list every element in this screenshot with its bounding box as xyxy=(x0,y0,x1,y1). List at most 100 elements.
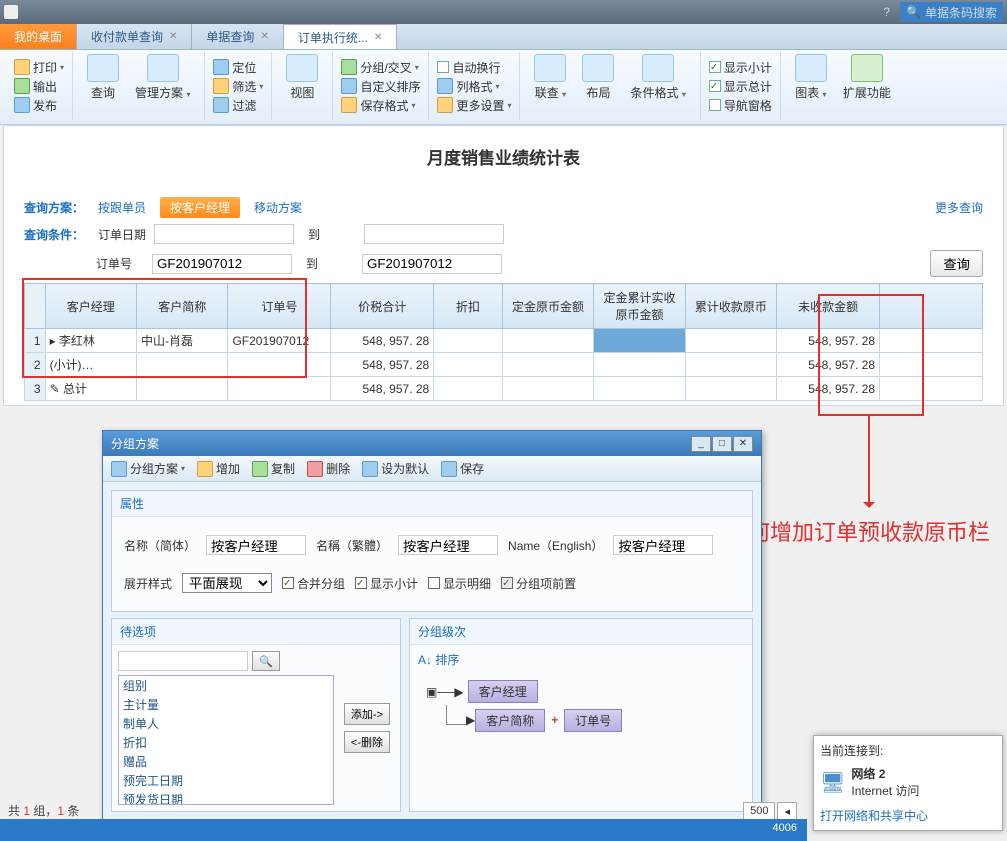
link-query-button[interactable]: 联查 ▾ xyxy=(526,52,574,120)
mobile-plan[interactable]: 移动方案 xyxy=(254,199,302,216)
tab-payment-query[interactable]: 收付款单查询✕ xyxy=(77,24,192,49)
print-button[interactable]: 打印▾ xyxy=(12,58,66,77)
date-from-input[interactable] xyxy=(154,224,294,244)
close-icon[interactable]: ✕ xyxy=(260,31,268,42)
list-item[interactable]: 制单人 xyxy=(119,714,333,733)
network-icon: 🖥 xyxy=(820,770,845,795)
manage-plan-button[interactable]: 管理方案 ▾ xyxy=(127,52,198,120)
export-button[interactable]: 输出 xyxy=(12,77,66,96)
group-front-check[interactable]: 分组项前置 xyxy=(501,575,576,592)
dialog-toolbar: 分组方案 ▾ 增加 复制 删除 设为默认 保存 xyxy=(103,456,761,482)
tree-node-order[interactable]: 订单号 xyxy=(564,709,622,732)
list-item[interactable]: 预完工日期 xyxy=(119,771,333,790)
tab-desktop[interactable]: 我的桌面 xyxy=(0,24,77,49)
merge-group-check[interactable]: 合并分组 xyxy=(282,575,345,592)
name-traditional-input[interactable] xyxy=(398,535,498,555)
table-row[interactable]: 1 ▸ 李红林 中山-肖磊 GF201907012 548, 957. 28 5… xyxy=(25,329,983,353)
set-default-button[interactable]: 设为默认 xyxy=(360,459,431,478)
more-query-link[interactable]: 更多查询 xyxy=(935,199,983,216)
copy-button[interactable]: 复制 xyxy=(250,459,297,478)
result-table: 客户经理 客户简称 订单号 价税合计 折扣 定金原币金额 定金累计实收原币金额 … xyxy=(24,283,983,401)
layout-button[interactable]: 布局 xyxy=(574,52,622,120)
properties-panel: 属性 名称（简体） 名稱（繁體） Name（English） 展开样式 平面展现… xyxy=(111,490,753,612)
save-button[interactable]: 保存 xyxy=(439,459,486,478)
show-total-check[interactable]: 显示总计 xyxy=(707,77,774,96)
add-button[interactable]: 增加 xyxy=(195,459,242,478)
close-icon[interactable]: ✕ xyxy=(733,436,753,452)
report-title: 月度销售业绩统计表 xyxy=(4,126,1003,187)
search-placeholder: 单据条码搜索 xyxy=(925,4,997,21)
barcode-search[interactable]: 🔍 单据条码搜索 xyxy=(900,2,1003,22)
document-tabs: 我的桌面 收付款单查询✕ 单据查询✕ 订单执行统...✕ xyxy=(0,24,1007,50)
ribbon-toolbar: 打印▾ 输出 发布 查询 管理方案 ▾ 定位 筛选▾ 过滤 视图 分组/交叉▾ … xyxy=(0,50,1007,125)
show-subtotal-check[interactable]: 显示小计 xyxy=(355,575,418,592)
tab-order-exec[interactable]: 订单执行统...✕ xyxy=(284,24,397,49)
status-footer: 共 1 组，1 条 xyxy=(8,802,79,819)
order-to-input[interactable] xyxy=(362,254,502,274)
publish-button[interactable]: 发布 xyxy=(12,96,66,115)
add-item-button[interactable]: 添加-> xyxy=(344,703,390,725)
tree-node-manager[interactable]: 客户经理 xyxy=(468,680,538,703)
help-icon[interactable]: ? xyxy=(883,5,890,19)
close-icon[interactable]: ✕ xyxy=(169,31,177,42)
plan-by-manager[interactable]: 按客户经理 xyxy=(160,197,240,218)
filter-button[interactable]: 筛选▾ xyxy=(211,77,265,96)
auto-wrap-check[interactable]: 自动换行 xyxy=(435,58,513,77)
group-tree[interactable]: ▣──▶客户经理 ▶ 客户简称 + 订单号 xyxy=(418,670,744,743)
name-english-input[interactable] xyxy=(613,535,713,555)
extension-button[interactable]: 扩展功能 xyxy=(835,52,899,120)
open-network-center-link[interactable]: 打开网络和共享中心 xyxy=(820,807,996,824)
custom-sort-button[interactable]: 自定义排序 xyxy=(339,77,422,96)
list-item[interactable]: 主计量 xyxy=(119,695,333,714)
sort-icon[interactable]: A↓ xyxy=(418,653,432,667)
available-list[interactable]: 组别主计量制单人折扣赠品预完工日期预发货日期业务员编码业务员业务类型需求跟踪方式… xyxy=(118,675,334,805)
list-item[interactable]: 预发货日期 xyxy=(119,790,333,805)
query-cond-label: 查询条件： xyxy=(24,226,84,243)
tree-node-customer[interactable]: 客户简称 xyxy=(475,709,545,732)
maximize-icon[interactable]: □ xyxy=(712,436,732,452)
date-to-input[interactable] xyxy=(364,224,504,244)
dialog-titlebar[interactable]: 分组方案 _ □ ✕ xyxy=(103,431,761,456)
avail-search-input[interactable] xyxy=(118,651,248,671)
network-popup: 当前连接到: 🖥 网络 2 Internet 访问 打开网络和共享中心 xyxy=(813,735,1003,831)
close-icon[interactable]: ✕ xyxy=(374,32,382,43)
order-from-input[interactable] xyxy=(152,254,292,274)
remove-item-button[interactable]: <-删除 xyxy=(344,731,390,753)
plan-by-person[interactable]: 按跟单员 xyxy=(98,199,146,216)
chart-button[interactable]: 图表 ▾ xyxy=(787,52,835,120)
view-button[interactable]: 视图 xyxy=(278,52,326,120)
search-button[interactable]: 🔍 xyxy=(252,651,280,671)
annotation-arrow xyxy=(868,416,870,506)
locate-button[interactable]: 定位 xyxy=(211,58,265,77)
list-item[interactable]: 赠品 xyxy=(119,752,333,771)
cond-format-button[interactable]: 条件格式 ▾ xyxy=(622,52,693,120)
list-item[interactable]: 组别 xyxy=(119,676,333,695)
expand-style-select[interactable]: 平面展现 xyxy=(182,573,272,593)
col-format-button[interactable]: 列格式▾ xyxy=(435,77,513,96)
annotation-text: 如何增加订单预收款原币栏 xyxy=(726,518,990,549)
query-plan-label: 查询方案： xyxy=(24,199,84,216)
save-format-button[interactable]: 保存格式▾ xyxy=(339,96,422,115)
table-row[interactable]: 3 ✎ 总计 548, 957. 28 548, 957. 28 xyxy=(25,377,983,401)
nav-pane-check[interactable]: 导航窗格 xyxy=(707,96,774,115)
show-detail-check[interactable]: 显示明细 xyxy=(428,575,491,592)
screen-button[interactable]: 过滤 xyxy=(211,96,265,115)
run-query-button[interactable]: 查询 xyxy=(930,250,983,277)
name-simplified-input[interactable] xyxy=(206,535,306,555)
show-subtotal-check[interactable]: 显示小计 xyxy=(707,58,774,77)
more-settings-button[interactable]: 更多设置▾ xyxy=(435,96,513,115)
group-plan-dialog: 分组方案 _ □ ✕ 分组方案 ▾ 增加 复制 删除 设为默认 保存 属性 名称… xyxy=(102,430,762,821)
tab-doc-query[interactable]: 单据查询✕ xyxy=(192,24,283,49)
query-button[interactable]: 查询 xyxy=(79,52,127,120)
report-area: 月度销售业绩统计表 查询方案： 按跟单员 按客户经理 移动方案 更多查询 查询条… xyxy=(3,125,1004,406)
group-plan-dropdown[interactable]: 分组方案 ▾ xyxy=(109,459,187,478)
search-icon: 🔍 xyxy=(906,5,921,19)
group-cross-button[interactable]: 分组/交叉▾ xyxy=(339,58,422,77)
bottom-bar: 4006 xyxy=(0,819,807,841)
minimize-icon[interactable]: _ xyxy=(691,436,711,452)
title-bar: ? 🔍 单据条码搜索 xyxy=(0,0,1007,24)
list-item[interactable]: 折扣 xyxy=(119,733,333,752)
menu-icon[interactable] xyxy=(4,5,18,19)
table-row[interactable]: 2 (小计)… 548, 957. 28 548, 957. 28 xyxy=(25,353,983,377)
delete-button[interactable]: 删除 xyxy=(305,459,352,478)
